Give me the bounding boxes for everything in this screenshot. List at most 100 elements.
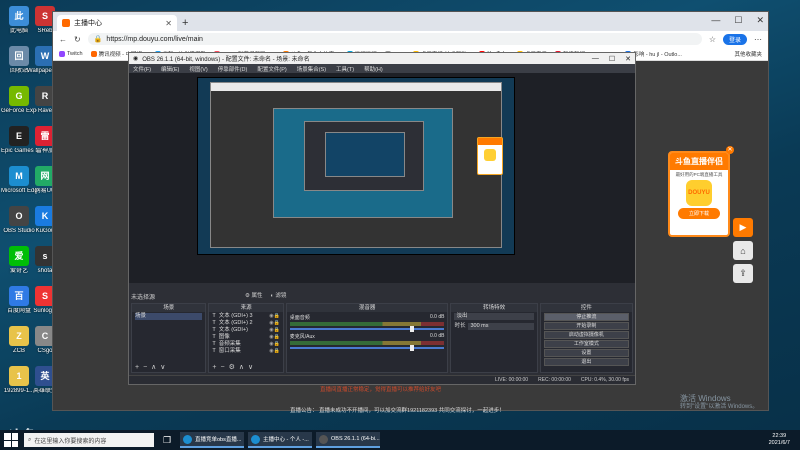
browser-tab[interactable]: 主播中心 ✕ [57, 15, 177, 31]
bookmark-item[interactable]: Twitch [59, 50, 83, 57]
visibility-icon[interactable]: ◉🔒 [269, 327, 280, 334]
url-text: https://mp.douyu.com/live/main [106, 35, 203, 43]
control-button[interactable]: 退出 [543, 358, 629, 366]
visibility-icon[interactable]: ◉🔒 [269, 320, 280, 327]
source-item[interactable]: T 文本 (GDI+) ◉🔒 [212, 327, 279, 334]
taskbar-app[interactable]: 主播中心 - 个人 -... [248, 432, 312, 448]
source-item[interactable]: T 图像 ◉🔒 [212, 334, 279, 341]
close-window-icon[interactable]: ✕ [756, 15, 764, 26]
control-button[interactable]: 工作室模式 [543, 340, 629, 348]
taskbar-app-icon [319, 434, 328, 444]
scene-list: 场景 [132, 312, 205, 321]
source-type-icon: T [212, 341, 216, 347]
obs-menu-item[interactable]: 停靠部件(D) [218, 65, 248, 73]
source-label: 文本 (GDI+) 2 [218, 320, 253, 326]
source-type-icon: T [212, 320, 216, 326]
side-live-icon[interactable]: ▶ [733, 218, 753, 237]
source-toolbar: ⚙ 属性 ◐ 滤镜 [245, 291, 286, 299]
login-button[interactable]: 登录 [722, 33, 747, 45]
source-label: 文本 (GDI+) [218, 327, 248, 333]
obs-maximize-icon[interactable]: ☐ [609, 55, 615, 63]
system-clock[interactable]: 22:39 2021/6/7 [769, 433, 790, 447]
app-icon: 此 [9, 6, 29, 26]
promo-card[interactable]: 斗鱼直播伴侣 最好用的PC端直播工具 DOUYU 立即下载 [668, 151, 730, 237]
back-icon[interactable]: ← [59, 35, 67, 44]
source-controls[interactable]: +−⚙∧∨ [212, 363, 257, 371]
duration-input[interactable]: 300 ms [468, 323, 534, 330]
app-icon: G [9, 86, 29, 106]
control-button[interactable]: 停止推流 [543, 313, 629, 321]
reload-icon[interactable]: ↻ [74, 35, 81, 44]
side-home-icon[interactable]: ⌂ [733, 241, 753, 260]
obs-close-icon[interactable]: ✕ [625, 55, 631, 63]
preview-canvas[interactable] [197, 77, 515, 255]
tab-title: 主播中心 [74, 20, 102, 27]
promo-subtitle: 最好用的PC端直播工具 [675, 172, 723, 177]
scene-item[interactable]: 场景 [135, 313, 203, 320]
obs-menu-item[interactable]: 配置文件(P) [257, 65, 286, 73]
volume-slider[interactable] [289, 326, 445, 332]
control-button[interactable]: 开始录制 [543, 322, 629, 330]
side-share-icon[interactable]: ⇪ [733, 264, 753, 283]
obs-titlebar: ◉ OBS 26.1.1 (64-bit, windows) - 配置文件: 未… [129, 53, 635, 64]
favorites-icon[interactable]: ☆ [709, 35, 716, 44]
source-item[interactable]: T 音频采集 ◉🔒 [212, 341, 279, 348]
mixer-channel-name: 麦克风/Aux [289, 334, 315, 340]
volume-slider[interactable] [289, 345, 445, 351]
control-button[interactable]: 设置 [543, 349, 629, 357]
mini-promo-card [477, 137, 503, 175]
source-type-icon: T [212, 313, 216, 319]
duration-label: 时长 [454, 323, 466, 329]
obs-minimize-icon[interactable]: — [592, 55, 599, 63]
obs-window: ◉ OBS 26.1.1 (64-bit, windows) - 配置文件: 未… [128, 52, 636, 385]
obs-menu-item[interactable]: 帮助(H) [364, 65, 383, 73]
mixer-channel-level: 0.0 dB [429, 333, 445, 339]
app-icon: 回 [9, 46, 29, 66]
obs-menubar: 文件(F) 编辑(E) 视图(V) 停靠部件(D) 配置文件(P) 场景集合(S) 工具(T… [129, 64, 635, 73]
visibility-icon[interactable]: ◉🔒 [269, 334, 280, 341]
obs-menu-item[interactable]: 场景集合(S) [297, 65, 326, 73]
taskbar-app-label: 主播中心 - 个人 -... [263, 437, 309, 443]
properties-button[interactable]: ⚙ 属性 [245, 291, 262, 299]
scenes-panel: 场景 场景 +−∧∨ [131, 303, 207, 373]
source-item[interactable]: T 文本 (GDI+) 3 ◉🔒 [212, 313, 279, 320]
taskbar-app-icon [251, 434, 260, 444]
douyu-logo-icon: DOUYU [686, 180, 712, 206]
visibility-icon[interactable]: ◉🔒 [269, 348, 280, 355]
minimize-icon[interactable]: — [711, 15, 720, 26]
obs-menu-item[interactable]: 视图(V) [189, 65, 207, 73]
task-view-icon[interactable]: ❐ [160, 433, 174, 447]
taskbar-search[interactable]: ⌕ 在这里输入你要搜索的内容 [24, 433, 154, 447]
transition-select[interactable]: 淡出 [454, 313, 534, 320]
filters-button[interactable]: ◐ 滤镜 [270, 291, 286, 299]
app-icon: 百 [9, 286, 29, 306]
transitions-panel: 转场特效 淡出 时长 300 ms [450, 303, 538, 373]
close-tab-icon[interactable]: ✕ [165, 19, 172, 28]
more-icon[interactable]: ⋯ [754, 35, 762, 44]
maximize-icon[interactable]: ☐ [734, 15, 742, 26]
source-item[interactable]: T 文本 (GDI+) 2 ◉🔒 [212, 320, 279, 327]
search-icon: ⌕ [28, 436, 32, 443]
visibility-icon[interactable]: ◉🔒 [269, 313, 280, 320]
obs-menu-item[interactable]: 工具(T) [336, 65, 354, 73]
other-bookmarks[interactable]: 其他收藏夹 [734, 50, 762, 58]
source-item[interactable]: T 窗口采集 ◉🔒 [212, 348, 279, 355]
control-button[interactable]: 启动虚拟摄像机 [543, 331, 629, 339]
mixer-channel-header: 麦克风/Aux 0.0 dB [290, 333, 445, 340]
volume-meter [289, 322, 445, 326]
new-tab-icon[interactable]: + [182, 17, 188, 29]
obs-menu-item[interactable]: 编辑(E) [161, 65, 179, 73]
obs-menu-item[interactable]: 文件(F) [133, 65, 151, 73]
visibility-icon[interactable]: ◉🔒 [269, 341, 280, 348]
promo-download-button[interactable]: 立即下载 [678, 208, 720, 219]
bookmark-favicon-icon [90, 50, 97, 57]
address-input[interactable]: 🔒 https://mp.douyu.com/live/main [87, 33, 702, 45]
source-type-icon: T [212, 334, 216, 340]
taskbar-app[interactable]: OBS 26.1.1 (64-bi... [316, 432, 380, 448]
taskbar-app[interactable]: 直播竞单obs直播... [180, 432, 244, 448]
start-icon[interactable] [4, 433, 18, 447]
bookmark-label: 影响 - hu jl - Outlo... [633, 51, 682, 58]
scene-controls[interactable]: +−∧∨ [135, 363, 169, 371]
promo-close-icon[interactable]: ✕ [726, 146, 734, 154]
mixer-channel-header: 桌面音频 0.0 dB [290, 314, 445, 321]
